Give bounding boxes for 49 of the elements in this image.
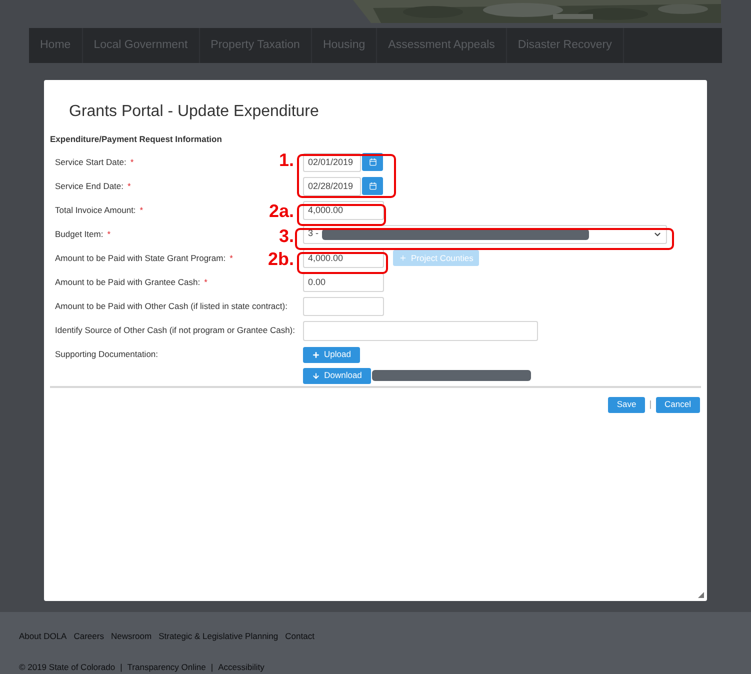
- field-label: Supporting Documentation:: [55, 348, 158, 360]
- field-label: Amount to be Paid with State Grant Program:: [55, 252, 226, 264]
- field-label: Total Invoice Amount:: [55, 204, 136, 216]
- resize-grip-icon: [698, 592, 704, 598]
- annotation-number: 2a.: [268, 202, 294, 220]
- annotation-number: 3.: [278, 226, 294, 245]
- footer-link[interactable]: Newsroom: [110, 630, 152, 642]
- calendar-icon: [368, 158, 376, 166]
- field-label: Identify Source of Other Cash (if not program or Grantee Cash):: [55, 324, 295, 336]
- footer-link[interactable]: Careers: [74, 630, 104, 642]
- download-icon: [312, 372, 320, 380]
- footer-link[interactable]: Accessibility: [218, 661, 264, 674]
- copyright-text: © 2019 State of Colorado: [19, 661, 116, 674]
- footer-link[interactable]: Transparency Online: [127, 661, 206, 674]
- modal-title: Grants Portal - Update Expenditure: [69, 102, 320, 122]
- save-button[interactable]: Save: [608, 396, 646, 413]
- calendar-icon: [368, 182, 376, 190]
- section-title: Expenditure/Payment Request Information: [50, 132, 223, 146]
- plus-icon: [312, 350, 320, 359]
- source-field[interactable]: [303, 320, 538, 341]
- footer-link[interactable]: About DOLA: [19, 630, 67, 642]
- calendar-button[interactable]: [362, 177, 383, 196]
- footer-separator: |: [210, 661, 214, 674]
- select-value: 3 -: [308, 227, 319, 240]
- cancel-button[interactable]: Cancel: [656, 396, 700, 413]
- field-label: Budget Item:: [55, 228, 104, 240]
- required-mark: *: [130, 156, 134, 168]
- field-label: Amount to be Paid with Grantee Cash:: [55, 276, 200, 288]
- amount-field[interactable]: 0.00: [303, 272, 384, 292]
- field-label: Service Start Date:: [55, 156, 126, 168]
- footer-link[interactable]: Strategic & Legislative Planning: [158, 630, 278, 642]
- date-field[interactable]: 02/28/2019: [303, 176, 361, 196]
- required-mark: *: [230, 252, 233, 264]
- amount-field[interactable]: 4,000.00: [303, 200, 384, 220]
- required-mark: *: [140, 204, 144, 216]
- required-mark: *: [204, 276, 208, 288]
- required-mark: *: [107, 228, 111, 240]
- required-mark: *: [128, 180, 131, 192]
- download-button[interactable]: Download: [303, 368, 371, 384]
- annotation-number: 1.: [278, 150, 294, 169]
- annotation-number: 2b.: [266, 250, 294, 268]
- footer-separator: |: [120, 661, 122, 674]
- field-label: Service End Date:: [55, 180, 124, 192]
- upload-button[interactable]: Upload: [303, 346, 360, 363]
- plus-icon: [399, 254, 407, 262]
- field-label: Amount to be Paid with Other Cash (if listed in state contract):: [55, 300, 288, 312]
- button-separator: |: [649, 398, 652, 411]
- footer-link[interactable]: Contact: [285, 630, 314, 642]
- amount-field[interactable]: [303, 296, 384, 316]
